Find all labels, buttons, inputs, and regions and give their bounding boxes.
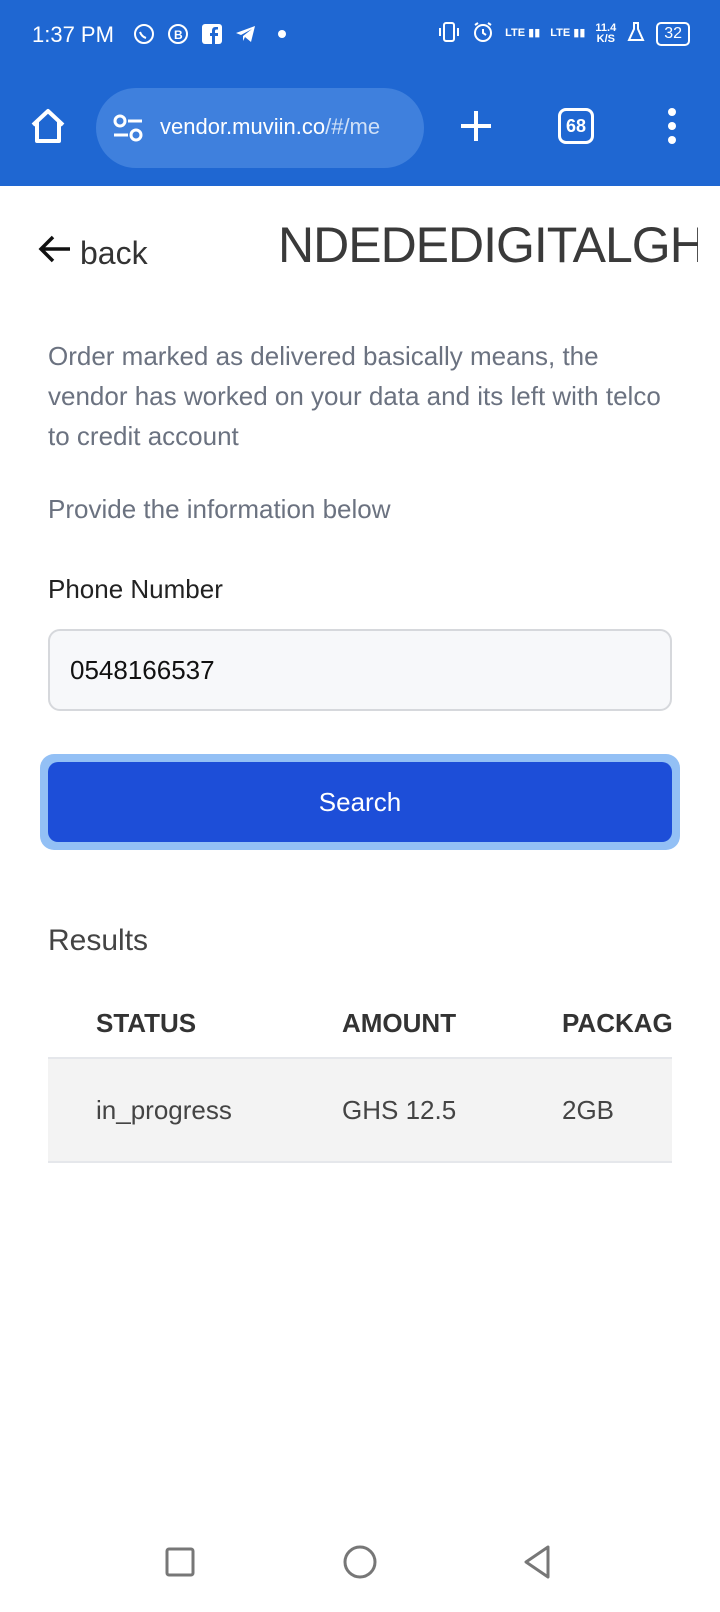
new-tab-icon[interactable]: [458, 108, 494, 144]
back-triangle-icon[interactable]: [518, 1542, 558, 1582]
facebook-icon: [200, 22, 224, 46]
page-title: NDEDEDIGITALGH: [278, 217, 698, 273]
header-amount: AMOUNT: [338, 986, 558, 1059]
address-bar[interactable]: vendor.muviin.co/#/me: [96, 88, 424, 168]
delivery-note: Order marked as delivered basically mean…: [48, 341, 661, 451]
tab-switcher-button[interactable]: 68: [558, 108, 594, 144]
status-indicators: LTE ▮▮ LTE ▮▮ 11.4 K/S 32: [437, 20, 690, 47]
status-app-icons: B: [132, 22, 286, 46]
whatsapp-icon: [132, 22, 156, 46]
home-icon[interactable]: [28, 106, 68, 146]
home-circle-icon[interactable]: [340, 1542, 380, 1582]
arrow-left-icon: [38, 234, 72, 272]
alarm-icon: [471, 20, 495, 47]
table-header-row: STATUS AMOUNT PACKAG: [48, 986, 672, 1059]
telegram-icon: [234, 22, 258, 46]
browser-chrome: 1:37 PM B LTE ▮▮ LTE ▮▮ 11.4 K/S 32 vend…: [0, 0, 720, 186]
url-domain: vendor.muviin.co: [160, 114, 326, 139]
system-navbar: [0, 1520, 720, 1612]
back-button[interactable]: back: [38, 234, 148, 272]
cell-amount: GHS 12.5: [338, 1058, 558, 1163]
back-label: back: [80, 234, 148, 271]
phone-number-input[interactable]: [48, 629, 672, 711]
header-status: STATUS: [48, 986, 338, 1059]
header-package: PACKAG: [558, 986, 672, 1059]
instruction-text: Provide the information below: [48, 494, 391, 524]
results-table: STATUS AMOUNT PACKAG in_progress GHS 12.…: [48, 986, 672, 1163]
cell-package: 2GB: [558, 1058, 672, 1163]
svg-text:B: B: [174, 28, 183, 42]
url-path: /#/me: [325, 114, 381, 139]
url-text[interactable]: vendor.muviin.co/#/me: [160, 114, 410, 144]
vibrate-icon: [437, 20, 461, 47]
phone-number-label: Phone Number: [48, 574, 223, 604]
table-row: in_progress GHS 12.5 2GB: [48, 1058, 672, 1163]
notification-dot: [278, 30, 286, 38]
status-time: 1:37 PM: [32, 22, 114, 47]
status-bar: 1:37 PM B LTE ▮▮ LTE ▮▮ 11.4 K/S 32: [0, 0, 720, 72]
site-settings-icon[interactable]: [112, 114, 144, 142]
cell-status: in_progress: [48, 1058, 338, 1163]
speed-indicator: 11.4 K/S: [595, 22, 616, 45]
browser-toolbar: vendor.muviin.co/#/me 68: [0, 88, 720, 170]
speed-unit: K/S: [596, 32, 615, 45]
network-1: LTE ▮▮: [505, 27, 541, 39]
search-button[interactable]: Search: [48, 762, 672, 842]
results-heading: Results: [48, 924, 149, 957]
recents-icon[interactable]: [160, 1542, 200, 1582]
network-2-label: LTE: [550, 27, 571, 39]
battery-indicator: 32: [656, 21, 690, 46]
business-icon: B: [166, 22, 190, 46]
network-1-label: LTE: [505, 27, 526, 39]
more-menu-icon[interactable]: [660, 106, 684, 146]
lab-icon: [626, 21, 646, 46]
network-2: LTE ▮▮: [550, 27, 586, 39]
